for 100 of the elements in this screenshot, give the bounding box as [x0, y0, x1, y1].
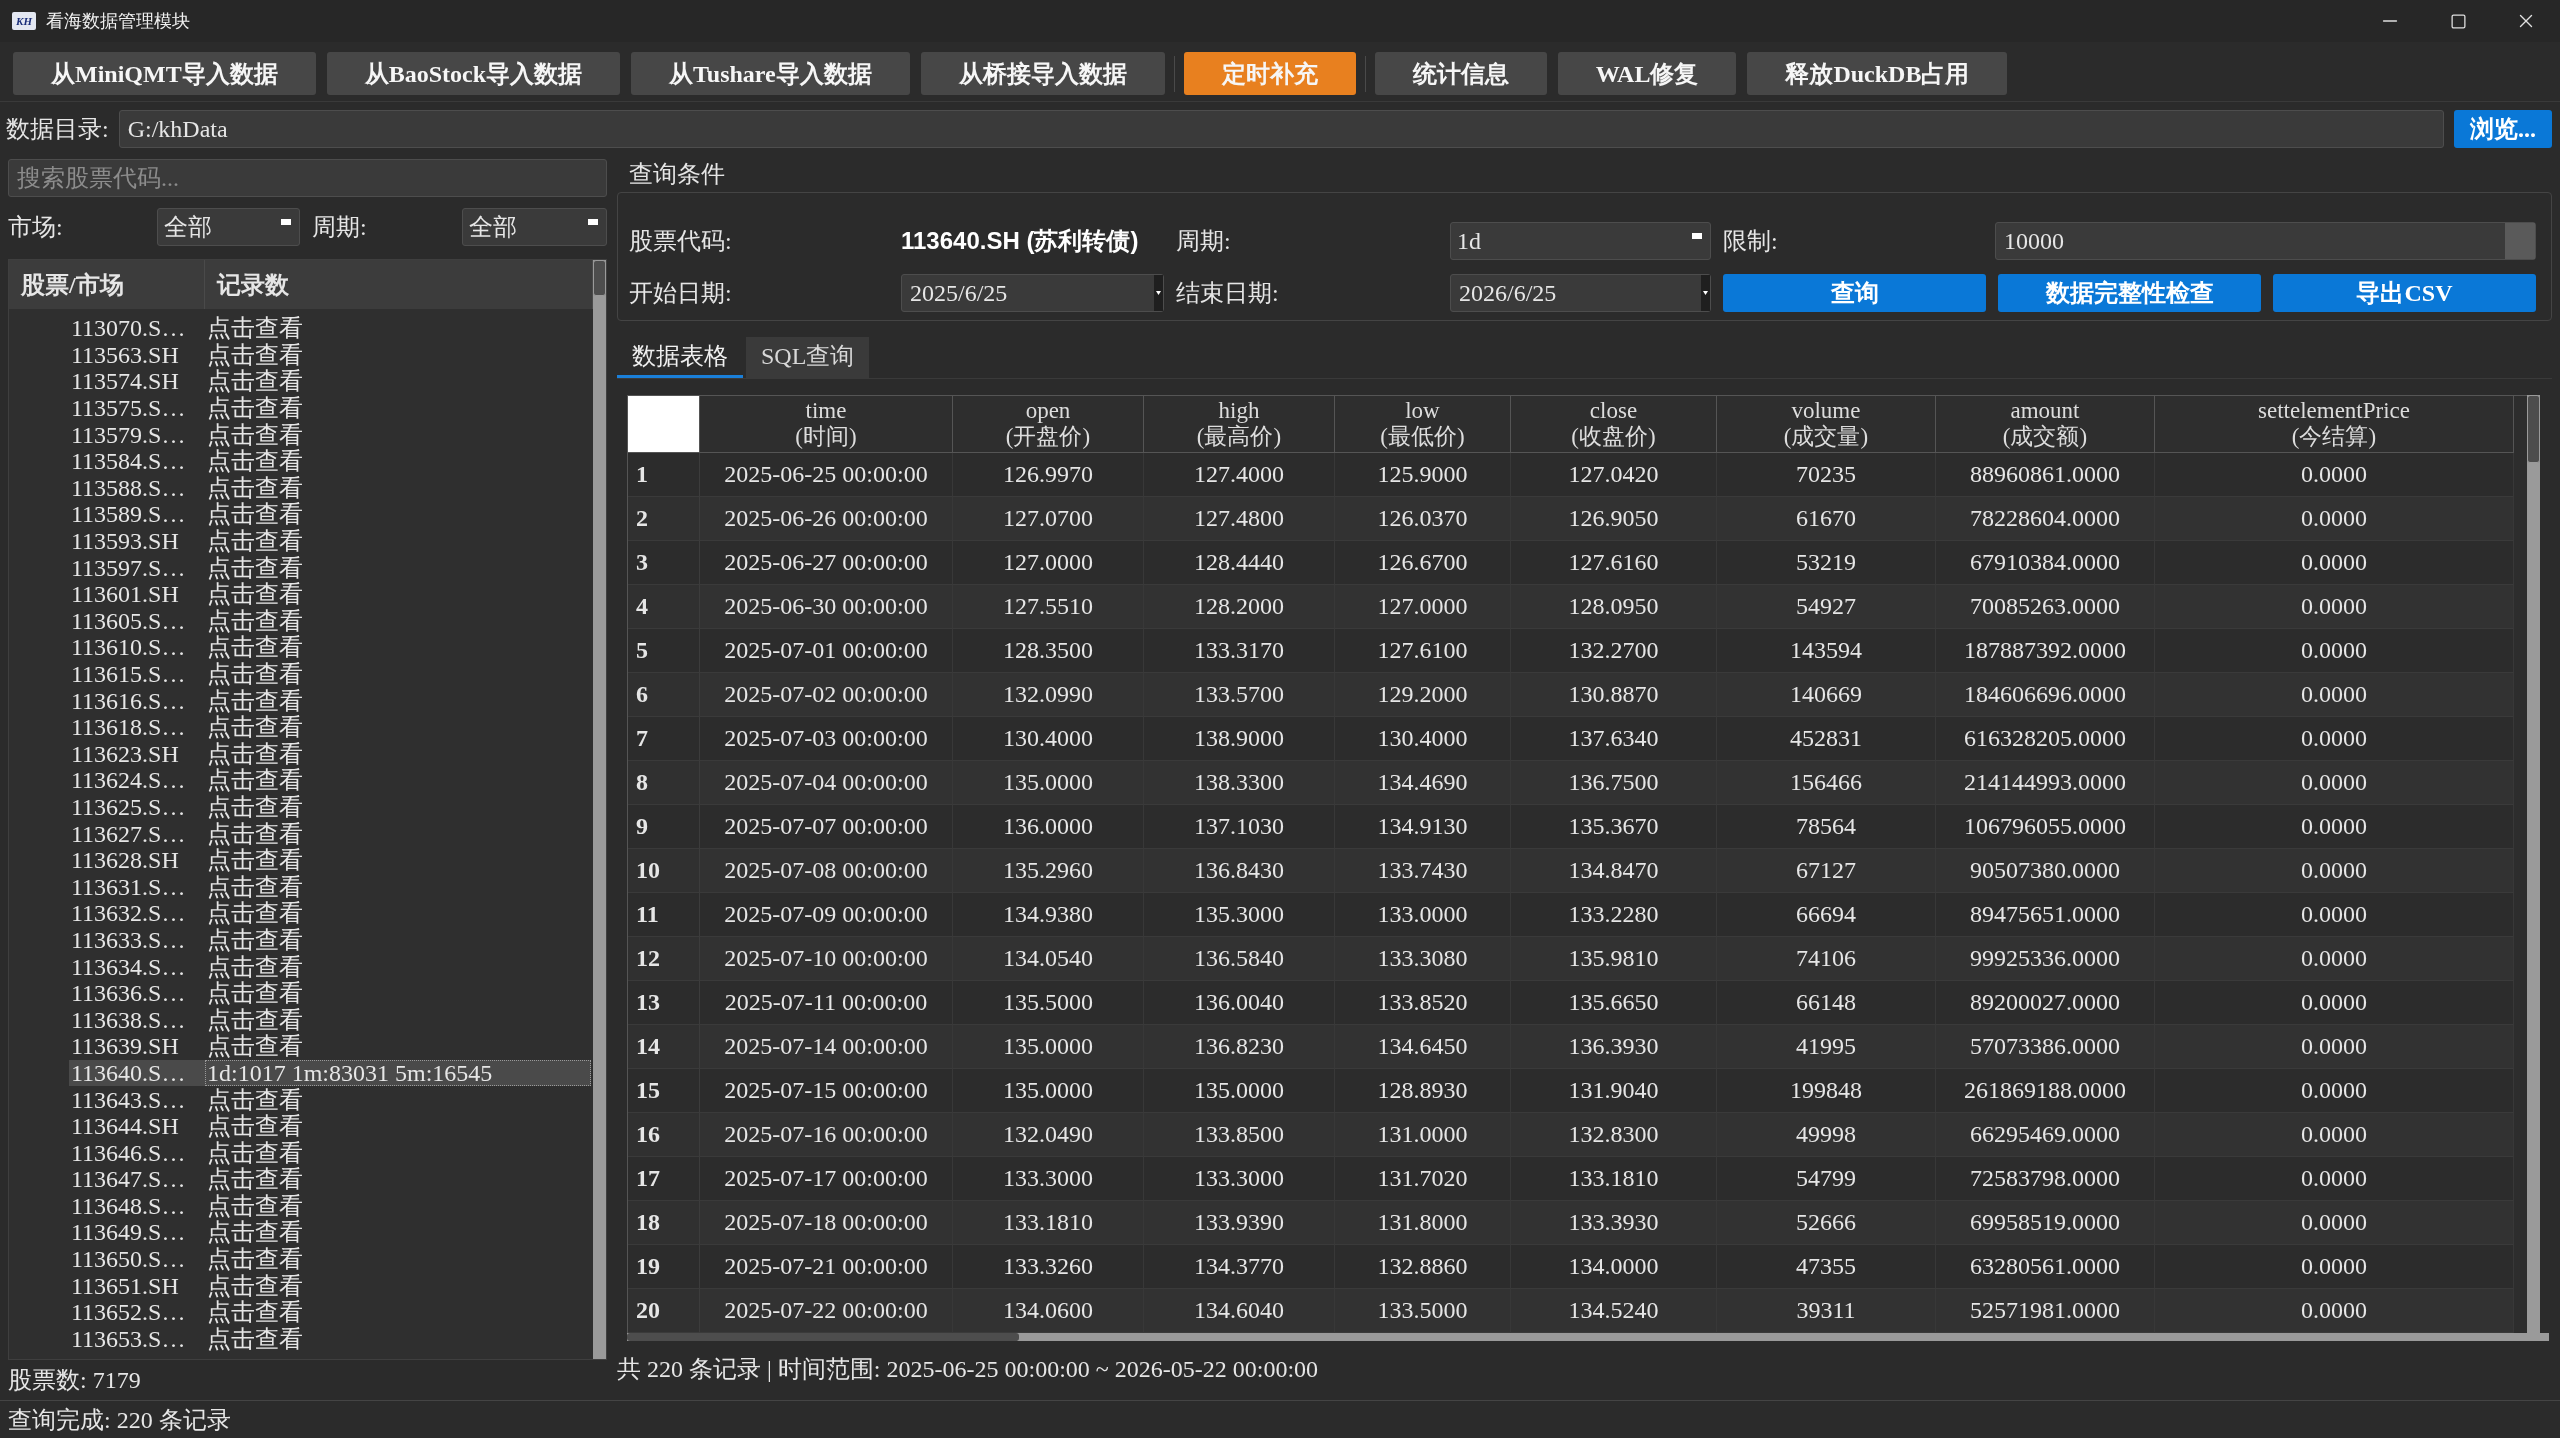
filter-dropdown[interactable]: 全部: [462, 208, 607, 246]
toolbar-button[interactable]: 释放DuckDB占用: [1747, 52, 2008, 95]
tree-cell[interactable]: 113579.S…: [69, 421, 188, 448]
tree-cell[interactable]: 113643.S…: [69, 1086, 188, 1113]
tree-cell[interactable]: 点击查看: [205, 1006, 305, 1034]
maximize-icon[interactable]: [2449, 12, 2467, 30]
tree-cell[interactable]: 点击查看: [205, 1086, 305, 1113]
tree-cell[interactable]: 113588.S…: [69, 474, 188, 502]
tree-cell[interactable]: 点击查看: [205, 1245, 305, 1273]
column-header[interactable]: time (时间): [700, 396, 953, 453]
column-header[interactable]: volume (成交量): [1717, 396, 1936, 453]
tree-cell[interactable]: 点击查看: [205, 1192, 305, 1220]
tree-cell[interactable]: 点击查看: [205, 474, 305, 502]
search-field[interactable]: 搜索股票代码...: [8, 159, 607, 197]
tree-cell[interactable]: 点击查看: [205, 1112, 305, 1140]
tree-cell[interactable]: 113639.SH: [69, 1033, 181, 1060]
tree-cell[interactable]: 113618.S…: [69, 713, 188, 741]
tree-cell[interactable]: 点击查看: [205, 846, 305, 874]
column-header[interactable]: 股票/市场: [9, 260, 205, 309]
tree-cell[interactable]: 点击查看: [205, 1166, 305, 1193]
column-header[interactable]: low (最低价): [1335, 396, 1511, 453]
tree-cell[interactable]: 113647.S…: [69, 1166, 188, 1193]
toolbar-button[interactable]: 统计信息: [1374, 52, 1547, 95]
tree-cell[interactable]: 点击查看: [205, 368, 305, 395]
tree-cell[interactable]: 113597.S…: [69, 554, 188, 581]
period-dropdown[interactable]: 1d: [1450, 222, 1711, 260]
tree-cell[interactable]: 113584.S…: [69, 447, 188, 475]
tree-cell[interactable]: 点击查看: [205, 900, 305, 927]
filter-dropdown[interactable]: 全部: [157, 208, 300, 246]
tree-cell[interactable]: 113638.S…: [69, 1006, 188, 1034]
toolbar-button[interactable]: WAL修复: [1557, 52, 1737, 95]
tree-cell[interactable]: 点击查看: [205, 820, 305, 847]
tree-cell[interactable]: 113653.S…: [69, 1325, 188, 1353]
column-header[interactable]: settelementPrice (今结算): [2155, 396, 2514, 453]
caret-icon[interactable]: [1154, 275, 1163, 311]
toolbar-button[interactable]: 从MiniQMT导入数据: [13, 52, 316, 95]
query-button[interactable]: 数据完整性检查: [1998, 274, 2261, 312]
tree-cell[interactable]: 113634.S…: [69, 953, 188, 980]
tree-cell[interactable]: 113610.S…: [69, 634, 188, 661]
tree-cell[interactable]: 点击查看: [205, 660, 305, 688]
tree-cell[interactable]: 113632.S…: [69, 900, 188, 927]
tab[interactable]: 数据表格: [617, 337, 743, 378]
tree-cell[interactable]: 113631.S…: [69, 873, 188, 901]
tree-cell[interactable]: 113593.SH: [69, 527, 181, 555]
toolbar-button[interactable]: 从Tushare导入数据: [631, 52, 910, 95]
tree-cell[interactable]: 点击查看: [205, 315, 305, 342]
toolbar-button[interactable]: 从BaoStock导入数据: [326, 52, 621, 95]
tree-cell[interactable]: 点击查看: [205, 501, 305, 528]
tree-cell[interactable]: 113625.S…: [69, 793, 188, 821]
tree-cell[interactable]: 113605.S…: [69, 607, 188, 635]
tree-cell[interactable]: 113649.S…: [69, 1219, 188, 1246]
tree-cell[interactable]: 113644.SH: [69, 1112, 181, 1140]
tree-cell[interactable]: 113651.SH: [69, 1272, 181, 1299]
tree-cell[interactable]: 113627.S…: [69, 820, 188, 847]
tree-cell[interactable]: 113624.S…: [69, 767, 188, 794]
tree-cell[interactable]: 113636.S…: [69, 979, 188, 1007]
tree-cell[interactable]: 点击查看: [205, 926, 305, 954]
tree-cell[interactable]: 点击查看: [205, 1298, 305, 1326]
tree-cell[interactable]: 点击查看: [205, 1139, 305, 1166]
browse-button[interactable]: 浏览...: [2454, 110, 2552, 148]
tree-cell[interactable]: 113633.S…: [69, 926, 188, 954]
tree-cell[interactable]: 点击查看: [205, 527, 305, 555]
tree-cell[interactable]: 113070.S…: [69, 315, 188, 342]
select-all-corner[interactable]: [628, 396, 700, 453]
tree-cell[interactable]: 点击查看: [205, 447, 305, 475]
tree-cell[interactable]: 113650.S…: [69, 1245, 188, 1273]
tree-cell[interactable]: 点击查看: [205, 1325, 305, 1353]
tree-cell[interactable]: 点击查看: [205, 687, 305, 714]
tree-cell[interactable]: 点击查看: [205, 580, 305, 608]
tree-cell[interactable]: 113563.SH: [69, 341, 181, 369]
tree-cell[interactable]: 113616.S…: [69, 687, 188, 714]
tree-cell[interactable]: 113575.S…: [69, 394, 188, 422]
caret-icon[interactable]: [1701, 275, 1710, 311]
vertical-scrollbar[interactable]: [593, 260, 606, 1359]
tree-cell[interactable]: 点击查看: [205, 341, 305, 369]
tree-cell[interactable]: 点击查看: [205, 1033, 305, 1060]
vertical-scrollbar[interactable]: [2527, 395, 2540, 1333]
toolbar-button[interactable]: 从桥接导入数据: [920, 52, 1165, 95]
tree-cell[interactable]: 113640.S…: [69, 1059, 205, 1087]
tree-cell[interactable]: 113589.S…: [69, 501, 188, 528]
tree-cell[interactable]: 113574.SH: [69, 368, 181, 395]
query-button[interactable]: 查询: [1723, 274, 1986, 312]
tab[interactable]: SQL查询: [746, 337, 870, 378]
tree-cell[interactable]: 点击查看: [205, 953, 305, 980]
tree-cell[interactable]: 点击查看: [205, 1272, 305, 1299]
tree-cell[interactable]: 113615.S…: [69, 660, 188, 688]
tree-cell[interactable]: 113628.SH: [69, 846, 181, 874]
column-header[interactable]: amount (成交额): [1936, 396, 2155, 453]
tree-cell[interactable]: 点击查看: [205, 394, 305, 422]
tree-cell[interactable]: 点击查看: [205, 873, 305, 901]
date-field[interactable]: 2026/6/25: [1450, 274, 1711, 312]
column-header[interactable]: open (开盘价): [953, 396, 1144, 453]
tree-cell[interactable]: 点击查看: [205, 554, 305, 581]
tree-cell[interactable]: 点击查看: [205, 979, 305, 1007]
tree-cell[interactable]: 点击查看: [205, 713, 305, 741]
tree-cell[interactable]: 点击查看: [205, 607, 305, 635]
tree-cell[interactable]: 点击查看: [205, 421, 305, 448]
tree-cell[interactable]: 113648.S…: [69, 1192, 188, 1220]
date-field[interactable]: 2025/6/25: [901, 274, 1164, 312]
column-header[interactable]: close (收盘价): [1511, 396, 1717, 453]
